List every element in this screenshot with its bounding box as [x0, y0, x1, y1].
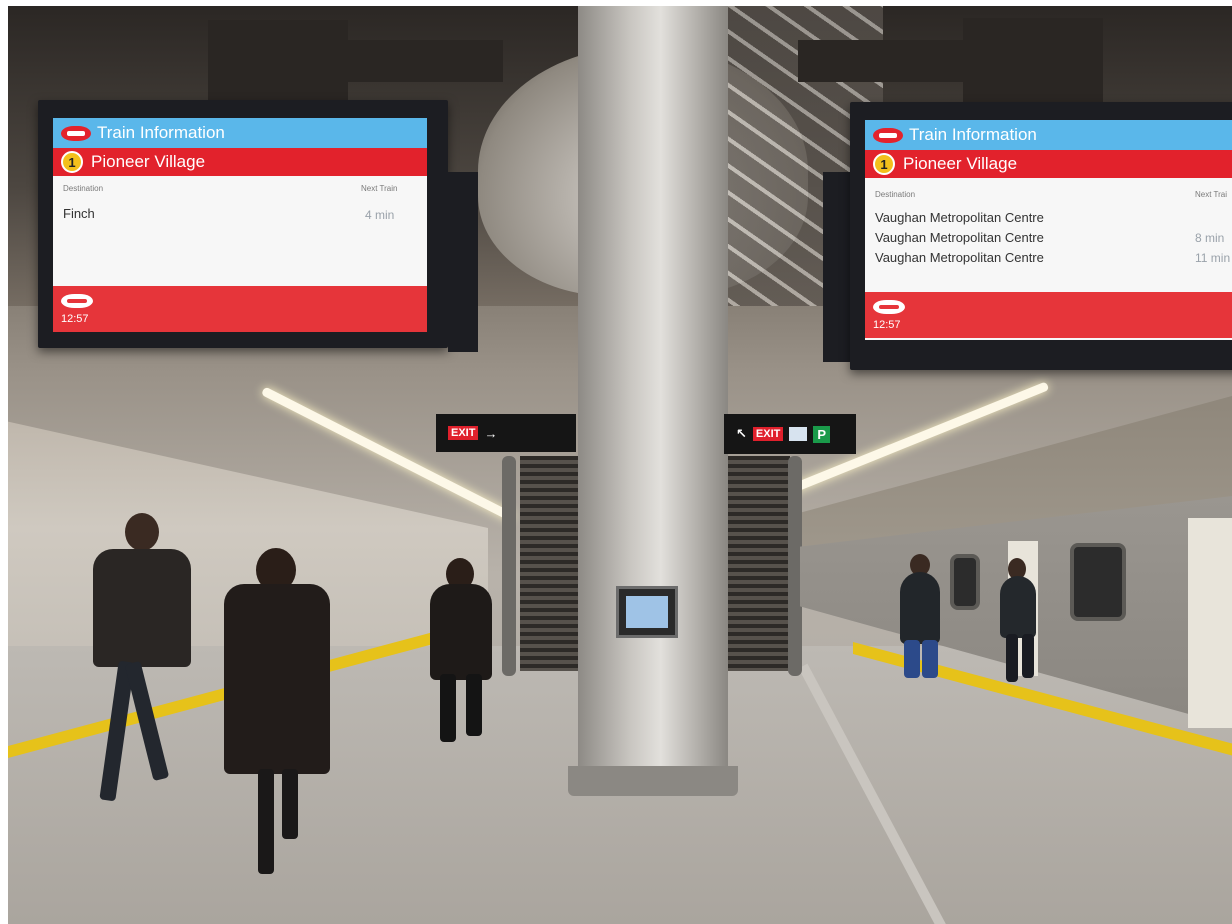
screen-mount-left [208, 20, 348, 110]
station-photo-frame: EXIT → ↖ EXIT P Train Information 1 Pion… [0, 0, 1232, 924]
screen-mount-right [963, 18, 1103, 110]
line-1-badge-icon: 1 [61, 151, 83, 173]
escalator-rail [788, 456, 802, 676]
kiosk-screen [626, 596, 668, 628]
line-1-badge-icon: 1 [873, 153, 895, 175]
map-icon [789, 427, 808, 441]
screen-title: Train Information [909, 125, 1037, 144]
destination-row-3: Vaughan Metropolitan Centre [875, 250, 1044, 265]
destination-row-1: Finch [63, 206, 95, 221]
next-train-time-1: 4 min [365, 208, 395, 222]
ttc-logo-icon [61, 294, 93, 308]
line-name: Pioneer Village [91, 152, 206, 171]
exit-sign-right: ↖ EXIT P [724, 414, 856, 454]
screen-title-bar: Train Information [53, 118, 427, 148]
ttc-logo-icon [873, 300, 905, 314]
up-left-arrow-icon: ↖ [736, 426, 747, 441]
escalator-rail [502, 456, 516, 676]
ceiling-beam [798, 40, 968, 82]
train-window [950, 554, 980, 610]
line-bar: 1 Pioneer Village [865, 150, 1232, 178]
destination-header: Destination [63, 184, 104, 193]
next-train-header: Next Train [361, 184, 398, 193]
next-train-header: Next Trai [1195, 190, 1228, 199]
train-info-screen-left: Train Information 1 Pioneer Village Dest… [38, 100, 448, 348]
line-bar: 1 Pioneer Village [53, 148, 427, 176]
destination-header: Destination [875, 190, 916, 199]
screen-back-left [448, 172, 478, 352]
train-info-screen-right: Train Information 1 Pioneer Village Dest… [850, 102, 1232, 370]
info-kiosk [616, 586, 678, 638]
ttc-logo-icon [61, 125, 91, 141]
next-train-time-2: 8 min [1195, 231, 1225, 245]
train-window [1070, 543, 1126, 621]
screen-title: Train Information [97, 123, 225, 142]
destination-row-1: Vaughan Metropolitan Centre [875, 210, 1044, 225]
right-arrow-icon: → [484, 425, 498, 441]
next-train-time-3: 11 min [1195, 251, 1231, 265]
exit-label: EXIT [752, 427, 784, 441]
destination-row-2: Vaughan Metropolitan Centre [875, 230, 1044, 245]
pillar-base [568, 766, 738, 796]
screen-display: Train Information 1 Pioneer Village Dest… [865, 120, 1232, 340]
subway-station-photo: EXIT → ↖ EXIT P Train Information 1 Pion… [8, 6, 1232, 924]
screen-footer: 12:57 [53, 286, 427, 332]
screen-clock: 12:57 [61, 313, 89, 325]
exit-sign-left: EXIT → [436, 414, 576, 452]
ceiling-beam [338, 40, 503, 82]
exit-label: EXIT [448, 426, 479, 440]
screen-back-right [823, 172, 853, 362]
train-door [1188, 518, 1232, 728]
escalator-right [720, 456, 790, 671]
screen-title-bar: Train Information [865, 120, 1232, 150]
screen-footer: 12:57 [865, 292, 1232, 338]
parking-icon: P [813, 425, 831, 443]
line-name: Pioneer Village [903, 154, 1018, 173]
screen-clock: 12:57 [873, 319, 901, 331]
concrete-pillar [578, 6, 728, 796]
ttc-logo-icon [873, 127, 903, 143]
screen-display: Train Information 1 Pioneer Village Dest… [53, 118, 427, 332]
